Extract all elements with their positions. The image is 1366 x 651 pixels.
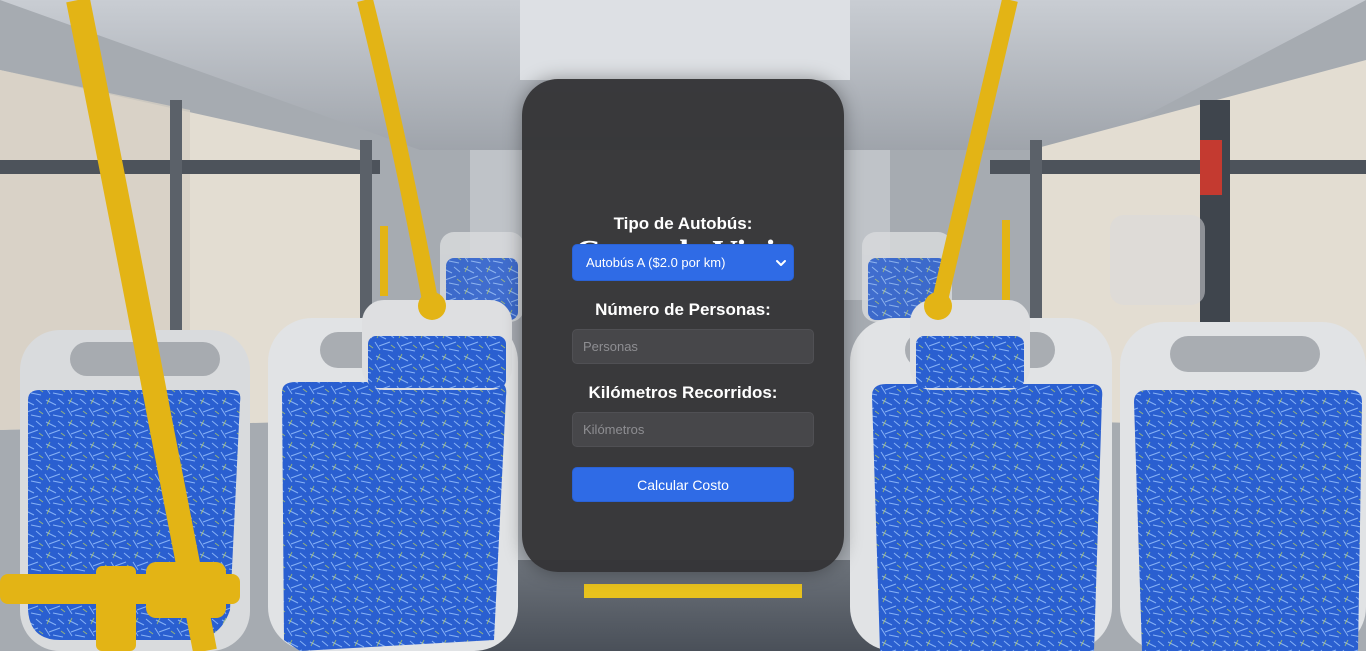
people-count-label: Número de Personas:: [595, 300, 771, 319]
people-count-input[interactable]: Personas: [572, 329, 814, 364]
people-count-placeholder: Personas: [583, 339, 638, 354]
bus-type-selected-value: Autobús A ($2.0 por km): [586, 255, 726, 270]
calculate-cost-button[interactable]: Calcular Costo: [572, 467, 794, 502]
kilometers-placeholder: Kilómetros: [583, 422, 645, 437]
bus-type-select[interactable]: Autobús A ($2.0 por km): [572, 244, 794, 281]
bus-type-label: Tipo de Autobús:: [613, 214, 753, 233]
kilometers-input[interactable]: Kilómetros: [572, 412, 814, 447]
kilometers-label: Kilómetros Recorridos:: [588, 383, 778, 402]
chevron-down-icon: [776, 260, 786, 266]
